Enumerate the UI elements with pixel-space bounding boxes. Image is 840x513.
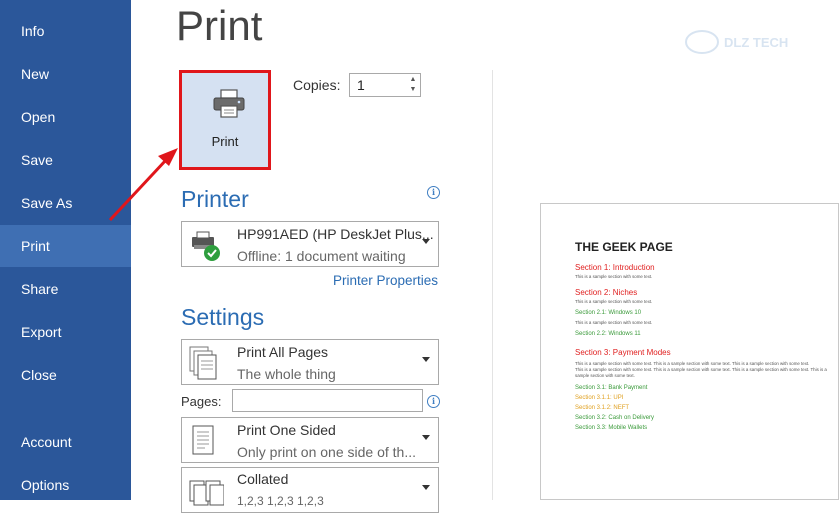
- nav-account[interactable]: Account: [0, 422, 131, 462]
- print-pane: Print DLZ TECH Print Copies: 1 ▲ ▼ Print…: [131, 0, 840, 513]
- preview-line: Section 3.1.1: UPI: [575, 395, 624, 401]
- preview-line: sample section with some text.: [575, 373, 635, 378]
- pages-label: Pages:: [181, 394, 222, 409]
- printer-dropdown[interactable]: HP991AED (HP DeskJet Plus... Offline: 1 …: [181, 221, 439, 267]
- nav-save[interactable]: Save: [0, 140, 131, 180]
- printer-status-icon: [192, 231, 220, 261]
- copies-up-arrow-icon[interactable]: ▲: [408, 75, 418, 85]
- printer-icon: [213, 89, 245, 118]
- collation-subtitle: 1,2,3 1,2,3 1,2,3: [237, 494, 324, 508]
- print-preview-page: THE GEEK PAGE Section 1: Introduction Th…: [540, 203, 839, 500]
- chevron-down-icon: [422, 435, 430, 440]
- print-button-label: Print: [211, 134, 239, 149]
- preview-title: THE GEEK PAGE: [575, 240, 673, 254]
- preview-line: This is a sample section with some text.: [575, 274, 653, 279]
- settings-header: Settings: [181, 304, 265, 330]
- page-title: Print: [176, 2, 263, 49]
- preview-line: Section 3.2: Cash on Delivery: [575, 415, 655, 421]
- pages-icon: [189, 346, 217, 380]
- printer-header: Printer: [181, 186, 249, 212]
- preview-line: Section 3.3: Mobile Wallets: [575, 425, 648, 431]
- preview-line: Section 1: Introduction: [575, 263, 655, 272]
- backstage-sidebar: Info New Open Save Save As Print Share E…: [0, 0, 131, 500]
- printer-properties-link[interactable]: Printer Properties: [333, 273, 438, 288]
- nav-close[interactable]: Close: [0, 355, 131, 395]
- preview-line: Section 2: Niches: [575, 288, 638, 297]
- collated-icon: [189, 480, 224, 506]
- preview-line: Section 3.1.2: NEFT: [575, 405, 630, 411]
- printer-info-icon[interactable]: i: [427, 186, 440, 199]
- copies-label: Copies:: [293, 77, 341, 93]
- preview-line: This is a sample section with some text.: [575, 320, 653, 325]
- copies-down-arrow-icon[interactable]: ▼: [408, 85, 418, 95]
- chevron-down-icon: [422, 239, 430, 244]
- sides-dropdown[interactable]: Print One Sided Only print on one side o…: [181, 417, 439, 463]
- chevron-down-icon: [422, 485, 430, 490]
- print-button[interactable]: Print: [179, 70, 271, 170]
- print-range-title: Print All Pages: [237, 344, 329, 360]
- chevron-down-icon: [422, 357, 430, 362]
- pages-input[interactable]: [232, 389, 423, 412]
- nav-options[interactable]: Options: [0, 465, 131, 505]
- nav-print[interactable]: Print: [0, 225, 131, 267]
- pages-info-icon[interactable]: i: [427, 395, 440, 408]
- copies-value: 1: [357, 77, 365, 93]
- svg-text:DLZ TECH: DLZ TECH: [724, 35, 788, 50]
- one-sided-page-icon: [192, 425, 214, 455]
- collation-dropdown[interactable]: Collated 1,2,3 1,2,3 1,2,3: [181, 467, 439, 513]
- preview-line: Section 2.2: Windows 11: [575, 331, 641, 337]
- nav-info[interactable]: Info: [0, 11, 131, 51]
- printer-status: Offline: 1 document waiting: [237, 248, 406, 264]
- collation-title: Collated: [237, 471, 289, 487]
- sides-subtitle: Only print on one side of th...: [237, 444, 416, 460]
- preview-line: This is a sample section with some text.: [575, 299, 653, 304]
- preview-line: Section 2.1: Windows 10: [575, 310, 642, 316]
- nav-export[interactable]: Export: [0, 312, 131, 352]
- print-range-subtitle: The whole thing: [237, 366, 336, 382]
- printer-name: HP991AED (HP DeskJet Plus...: [237, 226, 434, 242]
- pane-divider: [492, 70, 493, 500]
- nav-save-as[interactable]: Save As: [0, 183, 131, 223]
- copies-stepper[interactable]: 1 ▲ ▼: [349, 73, 421, 97]
- sides-title: Print One Sided: [237, 422, 336, 438]
- nav-open[interactable]: Open: [0, 97, 131, 137]
- preview-line: Section 3: Payment Modes: [575, 348, 671, 357]
- nav-new[interactable]: New: [0, 54, 131, 94]
- preview-line: Section 3.1: Bank Payment: [575, 385, 648, 391]
- print-range-dropdown[interactable]: Print All Pages The whole thing: [181, 339, 439, 385]
- nav-share[interactable]: Share: [0, 269, 131, 309]
- watermark-logo: DLZ TECH: [685, 30, 788, 54]
